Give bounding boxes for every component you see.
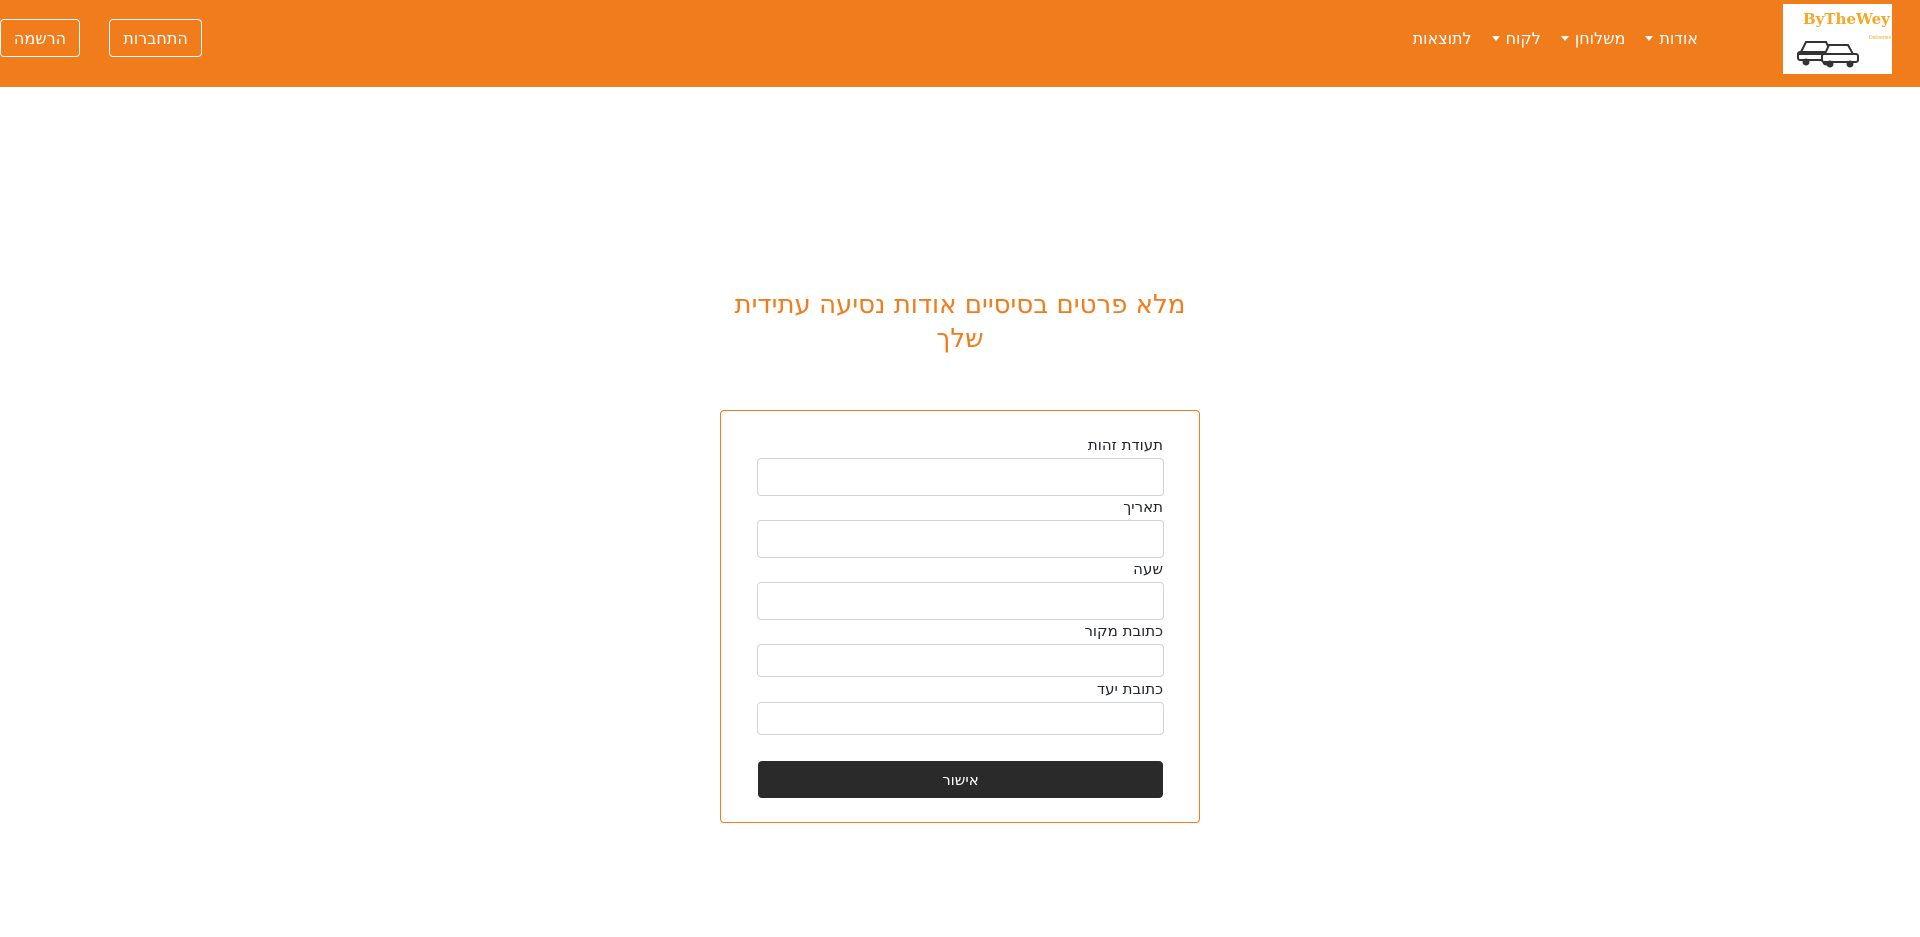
- source-address-input[interactable]: [757, 644, 1164, 677]
- nav-item-label: לקוח: [1505, 29, 1541, 48]
- date-label: תאריך: [1123, 498, 1163, 516]
- top-navbar: ByTheWey Deliveries אודות משלוחן לקוח לת…: [0, 0, 1920, 87]
- nav-item-courier[interactable]: משלוחן: [1551, 29, 1635, 48]
- page-title-line-2: שלך: [936, 324, 984, 354]
- time-input[interactable]: [757, 582, 1164, 620]
- chevron-down-icon: [1491, 36, 1500, 41]
- brand-subtitle: Deliveries: [1869, 35, 1891, 41]
- chevron-down-icon: [1560, 36, 1569, 41]
- register-button[interactable]: הרשמה: [0, 19, 80, 57]
- id-number-input[interactable]: [757, 458, 1164, 496]
- chevron-down-icon: [1645, 36, 1654, 41]
- nav-item-about[interactable]: אודות: [1635, 29, 1708, 48]
- id-number-label: תעודת זהות: [1087, 436, 1163, 454]
- date-input[interactable]: [757, 520, 1164, 558]
- page-title-line-1: מלא פרטים בסיסיים אודות נסיעה עתידית: [734, 290, 1186, 320]
- brand-name: ByTheWey: [1803, 10, 1890, 28]
- main-nav: אודות משלוחן לקוח לתוצאות: [1403, 29, 1708, 48]
- trip-details-form: תעודת זהות תאריך שעה כתובת מקור כתובת יע…: [720, 410, 1200, 823]
- nav-item-results[interactable]: לתוצאות: [1403, 29, 1482, 48]
- nav-item-label: לתוצאות: [1412, 29, 1472, 48]
- time-label: שעה: [1133, 560, 1163, 578]
- cars-icon: [1797, 41, 1859, 68]
- brand-logo[interactable]: ByTheWey Deliveries: [1783, 4, 1892, 74]
- confirm-button[interactable]: אישור: [758, 761, 1163, 798]
- source-address-label: כתובת מקור: [1084, 622, 1163, 640]
- nav-item-label: משלוחן: [1574, 29, 1626, 48]
- destination-address-input[interactable]: [757, 702, 1164, 735]
- nav-item-customer[interactable]: לקוח: [1482, 29, 1551, 48]
- login-button[interactable]: התחברות: [109, 19, 202, 57]
- nav-item-label: אודות: [1659, 29, 1698, 48]
- destination-address-label: כתובת יעד: [1096, 680, 1163, 698]
- page-title: מלא פרטים בסיסיים אודות נסיעה עתידית שלך: [730, 288, 1190, 356]
